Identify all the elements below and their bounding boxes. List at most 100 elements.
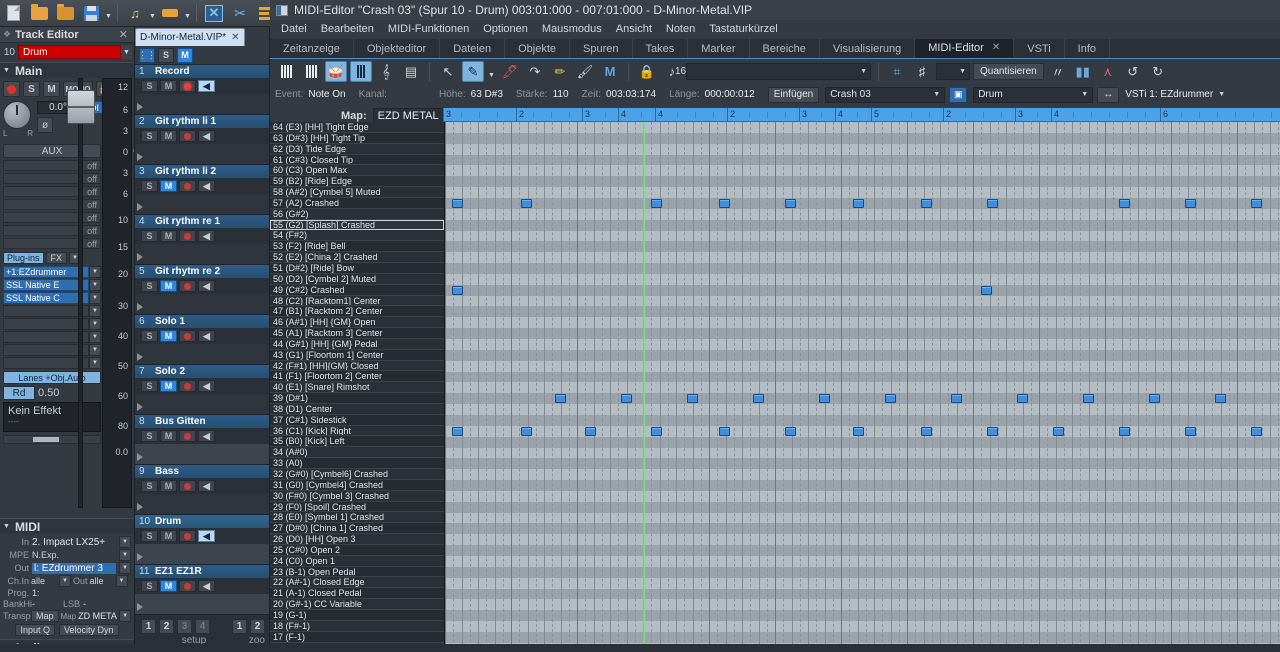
save-icon[interactable] bbox=[80, 2, 102, 24]
volume-fader-handle[interactable] bbox=[67, 90, 95, 124]
track-header[interactable]: 8 Bus Gitten bbox=[135, 415, 269, 428]
einfuegen-button[interactable]: Einfügen bbox=[767, 86, 820, 103]
track-record-button[interactable] bbox=[179, 230, 196, 242]
midi-note[interactable] bbox=[1149, 394, 1160, 404]
mpe-value[interactable]: N.Exp. bbox=[32, 550, 116, 560]
midi-note[interactable] bbox=[1119, 198, 1130, 208]
zoom-button-1[interactable]: 1 bbox=[232, 619, 247, 634]
controller-view-icon[interactable]: ▤ bbox=[400, 61, 422, 82]
tab-dateien[interactable]: Dateien bbox=[440, 39, 506, 58]
track-header[interactable]: 7 Solo 2 bbox=[135, 365, 269, 378]
staerke-value[interactable]: 110 bbox=[553, 89, 569, 100]
note-name-row[interactable]: 55 (G2) [Splash] Crashed bbox=[270, 219, 444, 231]
note-name-row[interactable]: 35 (B0) [Kick] Left bbox=[270, 436, 444, 448]
midi-note[interactable] bbox=[651, 198, 662, 208]
split-tool-icon[interactable]: ↷ bbox=[524, 61, 546, 82]
note-name-row[interactable]: 57 (A2) Crashed bbox=[270, 197, 444, 209]
prog-value[interactable]: 1: bbox=[32, 588, 131, 598]
note-name-row[interactable]: 56 (G#2) bbox=[270, 209, 444, 220]
note-name-row[interactable]: 61 (C#3) Closed Tip bbox=[270, 154, 444, 166]
sharp-icon[interactable]: ♯ bbox=[911, 61, 933, 82]
drag-grip-icon[interactable]: ❖ bbox=[3, 29, 11, 40]
grid-icon[interactable]: ⌗ bbox=[886, 61, 908, 82]
midi-note[interactable] bbox=[621, 394, 632, 404]
note-name-row[interactable]: 59 (B2) [Ride] Edge bbox=[270, 176, 444, 188]
tab-objekteditor[interactable]: Objekteditor bbox=[354, 39, 441, 58]
midi-note[interactable] bbox=[1251, 198, 1262, 208]
track-mute-button[interactable]: M bbox=[160, 280, 177, 292]
note-name-row[interactable]: 30 (F#0) [Cymbel 3] Crashed bbox=[270, 491, 444, 502]
timeline-ruler[interactable]: 3 2 3 4 4 2 3 4 5 2 3 4 6 bbox=[443, 108, 1280, 122]
midi-note[interactable] bbox=[651, 426, 662, 436]
track-mute-button[interactable]: M bbox=[160, 130, 177, 142]
note-name-row[interactable]: 20 (G#-1) CC Variable bbox=[270, 599, 444, 610]
note-name-row[interactable]: 33 (A0) bbox=[270, 458, 444, 469]
track-selector-row[interactable]: 10 Drum ▼ bbox=[2, 45, 132, 59]
track-row[interactable]: 7 Solo 2 S M ◀ bbox=[135, 365, 269, 415]
open-folder-icon[interactable] bbox=[28, 2, 50, 24]
rd-button[interactable]: Rd bbox=[3, 386, 35, 400]
note-name-row[interactable]: 47 (B1) [Racktom 2] Center bbox=[270, 306, 444, 318]
track-row[interactable]: 3 Git rythm li 2 S M ◀ bbox=[135, 165, 269, 215]
track-body[interactable] bbox=[135, 594, 269, 614]
track-body[interactable] bbox=[135, 94, 269, 114]
note-name-row[interactable]: 19 (G-1) bbox=[270, 609, 444, 621]
note-name-row[interactable]: 22 (A#-1) Closed Edge bbox=[270, 577, 444, 589]
note-name-row[interactable]: 50 (D2) [Cymbel 2] Muted bbox=[270, 274, 444, 285]
midi-note[interactable] bbox=[885, 394, 896, 404]
tab-vsti[interactable]: VSTi bbox=[1014, 39, 1065, 58]
lsb-value[interactable]: - bbox=[83, 599, 86, 609]
note-name-row[interactable]: 39 (D#1) bbox=[270, 393, 444, 404]
track-row[interactable]: 8 Bus Gitten S M ◀ bbox=[135, 415, 269, 465]
sharp-select[interactable]: ▼ bbox=[936, 63, 970, 80]
fader-track[interactable] bbox=[78, 78, 83, 508]
note-name-row[interactable]: 26 (D0) [HH] Open 3 bbox=[270, 534, 444, 545]
close-icon[interactable]: ✕ bbox=[231, 32, 239, 43]
midi-note[interactable] bbox=[853, 426, 864, 436]
midi-out-caret[interactable]: ▼ bbox=[119, 562, 131, 574]
track-row[interactable]: 10 Drum S M ◀ bbox=[135, 515, 269, 565]
note-name-row[interactable]: 44 (G#1) [HH] {GM} Pedal bbox=[270, 339, 444, 350]
track-monitor-button[interactable]: ◀ bbox=[198, 480, 215, 492]
velocity-view-icon[interactable] bbox=[350, 61, 372, 82]
link-icon[interactable]: ↔ bbox=[1097, 86, 1120, 103]
midi-note[interactable] bbox=[785, 198, 796, 208]
track-row[interactable]: 5 Git rhytm re 2 S M ◀ bbox=[135, 265, 269, 315]
chout-caret[interactable]: ▼ bbox=[115, 575, 128, 587]
track-solo-button[interactable]: S bbox=[141, 180, 158, 192]
object-select[interactable]: Crash 03 ▼ bbox=[825, 86, 946, 103]
track-solo-button[interactable]: S bbox=[141, 580, 158, 592]
pan-knob[interactable] bbox=[3, 101, 31, 129]
global-solo-button[interactable]: S bbox=[158, 47, 174, 63]
arrow-tool-icon[interactable]: ↖ bbox=[437, 61, 459, 82]
track-mute-button[interactable]: M bbox=[160, 430, 177, 442]
track-mute-button[interactable]: M bbox=[160, 80, 177, 92]
note-name-row[interactable]: 34 (A#0) bbox=[270, 447, 444, 459]
menu-item-optionen[interactable]: Optionen bbox=[476, 20, 535, 39]
note-name-row[interactable]: 32 (G#0) [Cymbel6] Crashed bbox=[270, 469, 444, 480]
velocity-icon[interactable]: ▮▮ bbox=[1072, 61, 1094, 82]
chin-value[interactable]: alle bbox=[31, 576, 57, 586]
chout-value[interactable]: alle bbox=[90, 576, 114, 586]
note-name-row[interactable]: 31 (G0) [Cymbel4] Crashed bbox=[270, 479, 444, 491]
track-mute-button[interactable]: M bbox=[160, 230, 177, 242]
hoehe-value[interactable]: 63 D#3 bbox=[471, 89, 503, 100]
track-header[interactable]: 5 Git rhytm re 2 bbox=[135, 265, 269, 278]
track-header[interactable]: 10 Drum bbox=[135, 515, 269, 528]
track-row[interactable]: 4 Git rythm re 1 S M ◀ bbox=[135, 215, 269, 265]
track-monitor-button[interactable]: ◀ bbox=[198, 180, 215, 192]
track-solo-button[interactable]: S bbox=[141, 430, 158, 442]
tab-marker[interactable]: Marker bbox=[688, 39, 750, 58]
track-header[interactable]: 11 EZ1 EZ1R bbox=[135, 565, 269, 578]
laenge-value[interactable]: 000:00:012 bbox=[705, 89, 755, 100]
track-header[interactable]: 6 Solo 1 bbox=[135, 315, 269, 328]
note-name-row[interactable]: 45 (A1) [Racktom 3] Center bbox=[270, 328, 444, 339]
lock-icon[interactable]: 🔒 bbox=[636, 61, 658, 82]
midi-note[interactable] bbox=[987, 426, 998, 436]
midi-note[interactable] bbox=[1017, 394, 1028, 404]
crossfade-icon[interactable]: ✕ bbox=[203, 2, 225, 24]
note-name-row[interactable]: 36 (C1) [Kick] Right bbox=[270, 426, 444, 437]
expand-arrow-icon[interactable] bbox=[137, 553, 143, 561]
track-header[interactable]: 3 Git rythm li 2 bbox=[135, 165, 269, 178]
track-body[interactable] bbox=[135, 144, 269, 164]
